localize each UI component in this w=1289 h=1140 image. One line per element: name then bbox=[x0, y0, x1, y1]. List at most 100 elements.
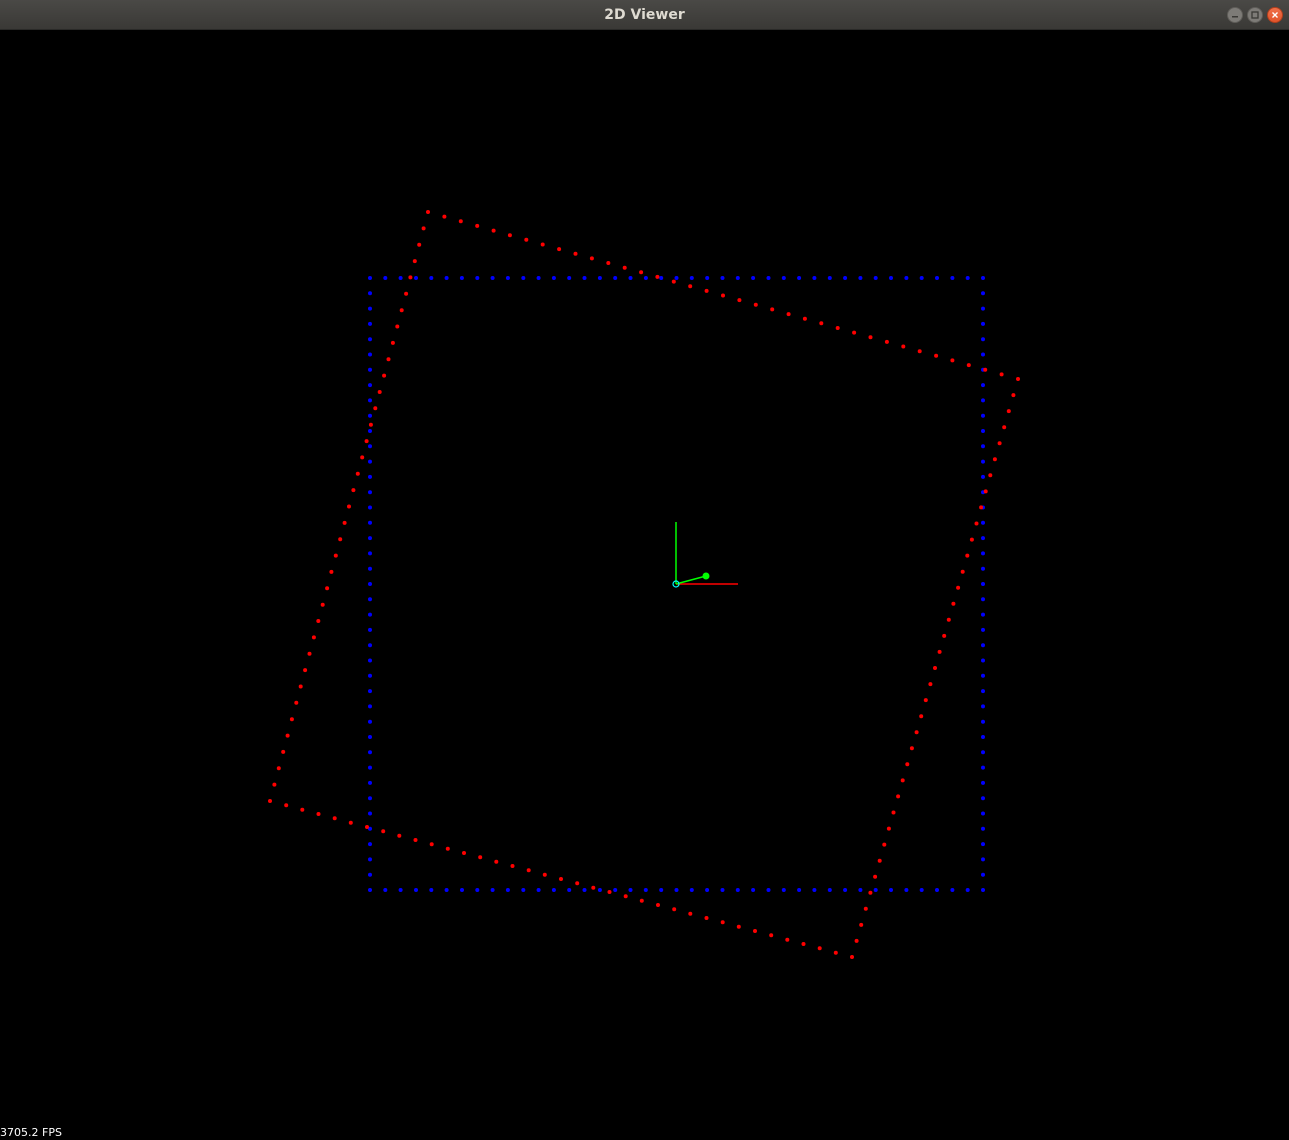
reference-point bbox=[505, 888, 510, 892]
reference-point bbox=[981, 383, 985, 388]
reference-point bbox=[368, 291, 372, 296]
reference-point bbox=[505, 276, 510, 280]
reference-point bbox=[460, 888, 464, 892]
close-button[interactable] bbox=[1267, 7, 1283, 23]
transformed-point bbox=[988, 473, 993, 478]
reference-point bbox=[720, 276, 725, 280]
transformed-point bbox=[285, 733, 290, 738]
point-cloud-view[interactable] bbox=[0, 30, 1289, 1140]
transformed-point bbox=[850, 955, 854, 959]
reference-point bbox=[981, 673, 985, 678]
transformed-point bbox=[412, 259, 417, 264]
reference-point bbox=[858, 276, 863, 280]
heading-marker bbox=[702, 572, 710, 580]
reference-point bbox=[368, 474, 372, 479]
reference-point bbox=[843, 888, 848, 892]
reference-point bbox=[751, 276, 756, 280]
reference-point bbox=[735, 888, 740, 892]
reference-point bbox=[536, 888, 541, 892]
transformed-point bbox=[905, 762, 910, 767]
transformed-point bbox=[886, 826, 891, 831]
reference-point bbox=[873, 276, 878, 280]
reference-point bbox=[582, 888, 587, 892]
close-icon bbox=[1272, 12, 1278, 18]
reference-point bbox=[873, 888, 878, 892]
transformed-point bbox=[622, 265, 627, 270]
reference-point bbox=[981, 306, 985, 311]
reference-point bbox=[368, 490, 372, 495]
transformed-point bbox=[769, 933, 774, 938]
transformed-point bbox=[557, 247, 562, 252]
reference-point bbox=[766, 888, 771, 892]
reference-point bbox=[981, 826, 985, 831]
transformed-point bbox=[1011, 393, 1016, 398]
minimize-button[interactable] bbox=[1227, 7, 1243, 23]
reference-point bbox=[797, 888, 802, 892]
reference-point bbox=[981, 796, 985, 801]
reference-point bbox=[597, 888, 602, 892]
transformed-point bbox=[542, 872, 547, 877]
reference-point bbox=[368, 627, 372, 632]
transformed-point bbox=[559, 877, 563, 881]
transformed-point bbox=[965, 553, 970, 558]
transformed-point bbox=[399, 308, 404, 313]
reference-point bbox=[689, 276, 694, 280]
reference-point bbox=[797, 276, 802, 280]
reference-point bbox=[368, 811, 372, 816]
transformed-point bbox=[442, 214, 447, 219]
transformed-point bbox=[882, 842, 887, 847]
reference-point bbox=[981, 276, 985, 280]
reference-point bbox=[368, 276, 372, 280]
reference-point bbox=[904, 888, 909, 892]
reference-point bbox=[705, 276, 710, 280]
transformed-point bbox=[901, 344, 906, 349]
reference-point bbox=[368, 597, 372, 602]
transformed-point bbox=[933, 666, 937, 670]
transformed-point bbox=[721, 293, 725, 298]
reference-point bbox=[981, 612, 985, 617]
reference-point bbox=[613, 276, 618, 280]
reference-point bbox=[368, 612, 372, 617]
maximize-button[interactable] bbox=[1247, 7, 1263, 23]
reference-point bbox=[613, 888, 618, 892]
transformed-point bbox=[300, 807, 305, 812]
reference-point bbox=[459, 276, 464, 280]
reference-point bbox=[981, 582, 985, 586]
reference-point bbox=[368, 735, 372, 739]
viewer-canvas[interactable]: 3705.2 FPS bbox=[0, 30, 1289, 1140]
transformed-point bbox=[859, 922, 864, 927]
reference-point bbox=[368, 704, 372, 709]
transformed-point bbox=[983, 489, 988, 494]
reference-point bbox=[521, 888, 526, 892]
title-bar[interactable]: 2D Viewer bbox=[0, 0, 1289, 30]
reference-point bbox=[383, 888, 388, 892]
reference-point bbox=[981, 780, 985, 785]
transformed-point bbox=[786, 312, 791, 317]
minimize-icon bbox=[1232, 16, 1238, 18]
reference-point bbox=[981, 566, 985, 571]
reference-point bbox=[935, 276, 939, 280]
transformed-point bbox=[408, 275, 413, 280]
reference-point bbox=[368, 367, 372, 372]
reference-point bbox=[551, 888, 556, 892]
reference-point bbox=[368, 888, 372, 892]
reference-point bbox=[981, 474, 985, 479]
reference-point bbox=[981, 765, 985, 770]
transformed-point bbox=[462, 851, 466, 855]
reference-point bbox=[368, 750, 372, 755]
reference-point bbox=[368, 582, 372, 586]
transformed-point bbox=[368, 422, 373, 427]
transformed-point bbox=[656, 903, 660, 907]
reference-point bbox=[981, 750, 985, 755]
transformed-point bbox=[573, 251, 578, 256]
transformed-point bbox=[364, 439, 369, 444]
reference-point bbox=[368, 505, 372, 510]
reference-point bbox=[368, 796, 372, 801]
transformed-point bbox=[333, 553, 338, 558]
transformed-point bbox=[307, 651, 312, 656]
heading-line bbox=[675, 575, 707, 585]
transformed-point bbox=[413, 838, 418, 842]
transformed-point bbox=[868, 890, 873, 895]
transformed-point bbox=[753, 302, 758, 307]
transformed-point bbox=[785, 937, 790, 942]
